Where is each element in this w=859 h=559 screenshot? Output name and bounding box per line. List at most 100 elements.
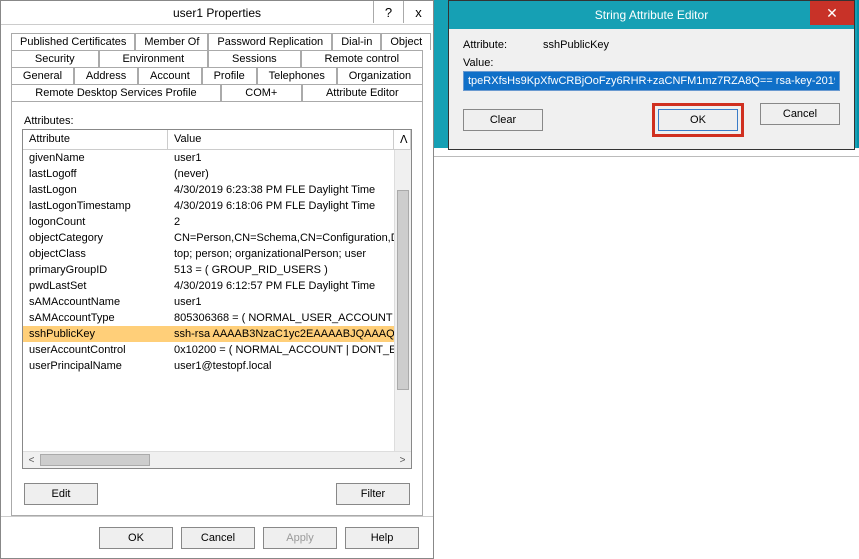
value-input-wrap [463, 71, 840, 91]
ok-highlight-frame: OK [652, 103, 744, 137]
attribute-name-cell: objectClass [23, 247, 168, 261]
attribute-value-cell: top; person; organizationalPerson; user [168, 247, 394, 261]
props-ok-button[interactable]: OK [99, 527, 173, 549]
vertical-scrollbar[interactable] [394, 150, 411, 451]
tab-member-of[interactable]: Member Of [135, 33, 208, 50]
tab-rds-profile[interactable]: Remote Desktop Services Profile [11, 84, 221, 102]
column-value[interactable]: Value [168, 130, 394, 149]
table-row[interactable]: givenNameuser1 [23, 150, 394, 166]
table-row[interactable]: lastLogon4/30/2019 6:23:38 PM FLE Daylig… [23, 182, 394, 198]
tab-remote-control[interactable]: Remote control [301, 50, 423, 67]
table-row[interactable]: objectClasstop; person; organizationalPe… [23, 246, 394, 262]
attribute-value-cell: 0x10200 = ( NORMAL_ACCOUNT | DONT_E [168, 343, 394, 357]
table-row[interactable]: sAMAccountNameuser1 [23, 294, 394, 310]
edit-button[interactable]: Edit [24, 483, 98, 505]
properties-footer: OK Cancel Apply Help [1, 516, 433, 558]
tab-telephones[interactable]: Telephones [257, 67, 337, 84]
tab-attribute-editor[interactable]: Attribute Editor [302, 84, 423, 102]
attribute-name-cell: primaryGroupID [23, 263, 168, 277]
table-row[interactable]: sshPublicKeyssh-rsa AAAAB3NzaC1yc2EAAAAB… [23, 326, 394, 342]
attributes-header: Attribute Value ᐱ [23, 130, 411, 150]
table-row[interactable]: logonCount2 [23, 214, 394, 230]
hscroll-thumb[interactable] [40, 454, 150, 466]
attribute-value-cell: ssh-rsa AAAAB3NzaC1yc2EAAAABJQAAAQ [168, 327, 394, 341]
clear-button[interactable]: Clear [463, 109, 543, 131]
tab-organization[interactable]: Organization [337, 67, 423, 84]
tab-account[interactable]: Account [138, 67, 202, 84]
help-icon: ? [385, 5, 392, 20]
chevron-right-icon: > [400, 455, 406, 466]
tab-profile[interactable]: Profile [202, 67, 257, 84]
attribute-value-cell: 2 [168, 215, 394, 229]
attribute-value-cell: 513 = ( GROUP_RID_USERS ) [168, 263, 394, 277]
attribute-value-cell: 4/30/2019 6:18:06 PM FLE Daylight Time [168, 199, 394, 213]
props-cancel-button[interactable]: Cancel [181, 527, 255, 549]
attribute-value-cell: 805306368 = ( NORMAL_USER_ACCOUNT [168, 311, 394, 325]
attribute-value-cell: CN=Person,CN=Schema,CN=Configuration,D [168, 231, 394, 245]
attribute-rows[interactable]: givenNameuser1lastLogoff(never)lastLogon… [23, 150, 394, 451]
attribute-name-cell: sAMAccountType [23, 311, 168, 325]
attribute-name-value: sshPublicKey [543, 39, 840, 51]
props-apply-button[interactable]: Apply [263, 527, 337, 549]
attributes-label: Attributes: [24, 115, 412, 127]
help-button[interactable]: ? [373, 1, 403, 23]
hscroll-right-button[interactable]: > [394, 452, 411, 469]
properties-title: user1 Properties [173, 6, 261, 20]
attribute-value-cell: 4/30/2019 6:23:38 PM FLE Daylight Time [168, 183, 394, 197]
attribute-name-cell: sshPublicKey [23, 327, 168, 341]
table-row[interactable]: sAMAccountType805306368 = ( NORMAL_USER_… [23, 310, 394, 326]
attribute-name-cell: logonCount [23, 215, 168, 229]
string-editor-close-button[interactable]: ✕ [810, 1, 854, 25]
attributes-list: Attribute Value ᐱ givenNameuser1lastLogo… [22, 129, 412, 469]
string-editor-cancel-button[interactable]: Cancel [760, 103, 840, 125]
tab-address[interactable]: Address [74, 67, 138, 84]
attribute-value-cell: user1@testopf.local [168, 359, 394, 373]
tab-object[interactable]: Object [381, 33, 431, 50]
column-attribute[interactable]: Attribute [23, 130, 168, 149]
attribute-name-cell: objectCategory [23, 231, 168, 245]
table-row[interactable]: userAccountControl0x10200 = ( NORMAL_ACC… [23, 342, 394, 358]
tab-dial-in[interactable]: Dial-in [332, 33, 381, 50]
table-row[interactable]: lastLogoff(never) [23, 166, 394, 182]
string-editor-buttons: Clear OK Cancel [463, 103, 840, 137]
scroll-up-button[interactable]: ᐱ [394, 130, 411, 149]
horizontal-scrollbar[interactable]: < > [23, 451, 411, 468]
close-icon: ✕ [826, 5, 838, 22]
tab-environment[interactable]: Environment [99, 50, 209, 67]
properties-tabstrip: Published Certificates Member Of Passwor… [11, 33, 423, 102]
attribute-value-cell: (never) [168, 167, 394, 181]
close-button[interactable]: x [403, 1, 433, 23]
props-help-button[interactable]: Help [345, 527, 419, 549]
tab-general[interactable]: General [11, 67, 74, 84]
value-input[interactable] [463, 71, 840, 91]
tab-published-certificates[interactable]: Published Certificates [11, 33, 135, 50]
tab-com-plus[interactable]: COM+ [221, 84, 302, 102]
user-properties-window: user1 Properties ? x Published Certifica… [0, 0, 434, 559]
close-icon: x [415, 5, 422, 20]
attribute-label: Attribute: [463, 39, 543, 51]
hscroll-left-button[interactable]: < [23, 452, 40, 469]
attribute-editor-panel: Attributes: Attribute Value ᐱ givenNameu… [11, 101, 423, 516]
filter-button[interactable]: Filter [336, 483, 410, 505]
table-row[interactable]: pwdLastSet4/30/2019 6:12:57 PM FLE Dayli… [23, 278, 394, 294]
chevron-up-icon: ᐱ [400, 134, 408, 146]
attribute-name-cell: lastLogoff [23, 167, 168, 181]
tab-security[interactable]: Security [11, 50, 99, 67]
table-row[interactable]: primaryGroupID513 = ( GROUP_RID_USERS ) [23, 262, 394, 278]
attribute-row: Attribute: sshPublicKey [463, 39, 840, 51]
tab-sessions[interactable]: Sessions [208, 50, 300, 67]
vertical-scroll-thumb[interactable] [397, 190, 409, 390]
hscroll-track[interactable] [40, 452, 394, 468]
value-label: Value: [463, 57, 543, 69]
string-editor-ok-button[interactable]: OK [658, 109, 738, 131]
attribute-value-cell: user1 [168, 151, 394, 165]
tab-password-replication[interactable]: Password Replication [208, 33, 332, 50]
attribute-value-cell: user1 [168, 295, 394, 309]
string-editor-title: String Attribute Editor [595, 8, 708, 22]
table-row[interactable]: lastLogonTimestamp4/30/2019 6:18:06 PM F… [23, 198, 394, 214]
attribute-name-cell: givenName [23, 151, 168, 165]
table-row[interactable]: objectCategoryCN=Person,CN=Schema,CN=Con… [23, 230, 394, 246]
table-row[interactable]: userPrincipalNameuser1@testopf.local [23, 358, 394, 374]
attribute-name-cell: lastLogon [23, 183, 168, 197]
attribute-name-cell: lastLogonTimestamp [23, 199, 168, 213]
